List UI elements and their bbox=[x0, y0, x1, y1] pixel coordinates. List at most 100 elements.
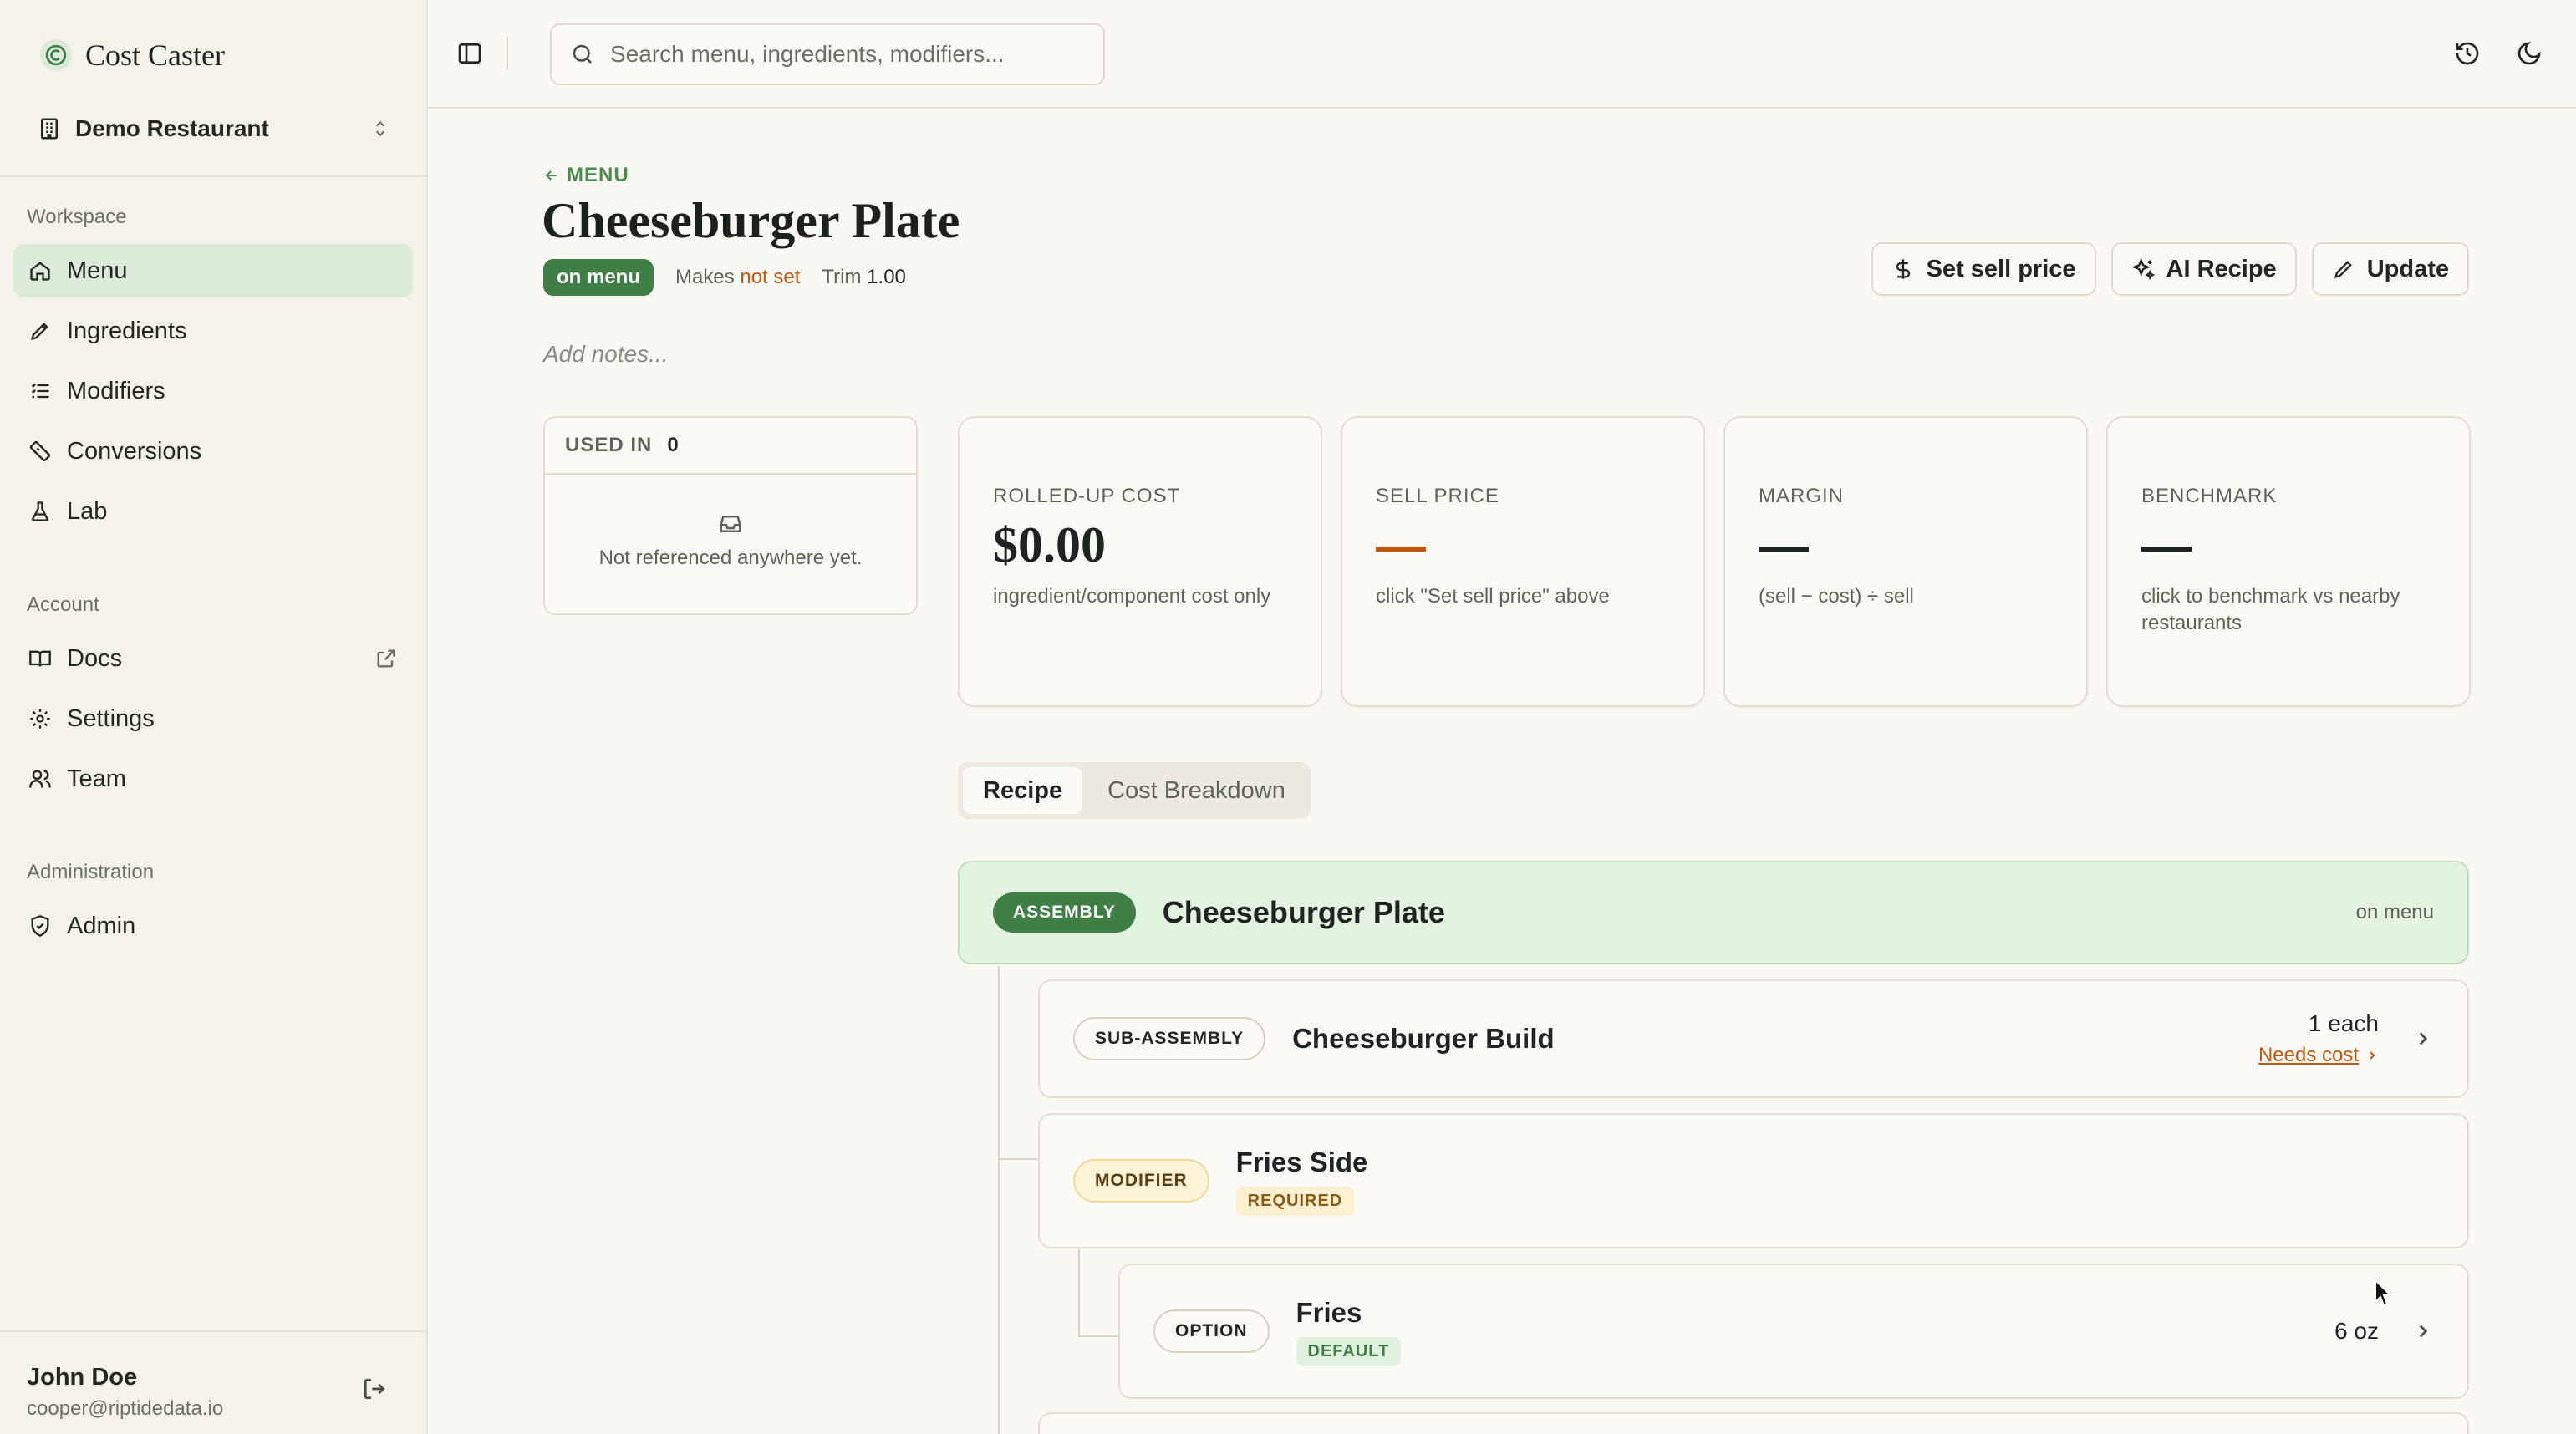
sub-assembly-quantity: 1 each bbox=[2308, 1010, 2379, 1036]
external-link-icon bbox=[377, 649, 395, 668]
chevron-right-icon bbox=[2370, 1051, 2375, 1060]
back-link-label: MENU bbox=[567, 164, 629, 186]
update-button[interactable]: Update bbox=[2311, 242, 2469, 296]
sidebar-item-label: Team bbox=[67, 765, 126, 792]
used-in-empty-text: Not referenced anywhere yet. bbox=[598, 547, 863, 569]
search-input[interactable] bbox=[610, 41, 1078, 68]
sidebar-item-admin[interactable]: Admin bbox=[13, 899, 413, 953]
users-icon bbox=[29, 770, 51, 788]
modifier-row[interactable]: MODIFIER Fries Side REQUIRED bbox=[1038, 1113, 2469, 1248]
sub-assembly-row[interactable]: SUB-ASSEMBLY Cheeseburger Build 1 each N… bbox=[1038, 979, 2469, 1098]
sidebar-item-label: Modifiers bbox=[67, 377, 165, 404]
history-icon[interactable] bbox=[2454, 40, 2481, 67]
ai-recipe-label: AI Recipe bbox=[2166, 255, 2277, 282]
user-name: John Doe bbox=[27, 1364, 138, 1391]
sidebar-item-ingredients[interactable]: Ingredients bbox=[13, 304, 413, 358]
logout-icon[interactable] bbox=[361, 1376, 388, 1402]
default-tag: DEFAULT bbox=[1296, 1336, 1402, 1366]
used-in-header: USED IN 0 bbox=[545, 418, 916, 475]
used-in-empty-state: Not referenced anywhere yet. bbox=[545, 475, 916, 570]
used-in-count: 0 bbox=[667, 434, 680, 456]
sidebar-item-conversions[interactable]: Conversions bbox=[13, 425, 413, 478]
tree-connector bbox=[1078, 1248, 1080, 1337]
stat-description: click to benchmark vs nearby restaurants bbox=[2141, 585, 2400, 634]
dollar-icon bbox=[1896, 259, 1910, 279]
home-icon bbox=[30, 262, 50, 281]
used-in-card: USED IN 0 Not referenced anywhere yet. bbox=[543, 416, 918, 615]
restaurant-switcher[interactable]: Demo Restaurant bbox=[37, 105, 391, 152]
item-meta: on menu Makes not set Trim 1.00 bbox=[543, 259, 906, 296]
sidebar-toggle-icon[interactable] bbox=[456, 40, 483, 67]
assembly-name: Cheeseburger Plate bbox=[1162, 895, 1445, 929]
top-bar bbox=[428, 0, 2576, 109]
benchmark-card[interactable]: BENCHMARK — click to benchmark vs nearby… bbox=[2106, 416, 2471, 707]
brand[interactable]: Cost Caster bbox=[40, 33, 225, 77]
list-icon bbox=[31, 384, 49, 399]
moon-icon[interactable] bbox=[2516, 40, 2543, 67]
back-to-menu-link[interactable]: MENU bbox=[543, 164, 629, 187]
stat-description: click "Set sell price" above bbox=[1376, 585, 1610, 608]
margin-card: MARGIN — (sell − cost) ÷ sell bbox=[1723, 416, 2088, 707]
needs-cost-link[interactable]: Needs cost bbox=[2258, 1044, 2379, 1067]
assembly-status: on menu bbox=[2355, 901, 2434, 923]
sidebar-item-label: Docs bbox=[67, 644, 123, 672]
trim-field[interactable]: Trim 1.00 bbox=[822, 266, 905, 289]
option-row[interactable]: OPTION Fries DEFAULT 6 oz bbox=[1118, 1264, 2469, 1399]
stat-value: — bbox=[1376, 517, 1426, 573]
sidebar-item-lab[interactable]: Lab bbox=[13, 485, 413, 538]
stat-value: — bbox=[1759, 517, 1809, 573]
rolled-up-cost-card: ROLLED-UP COST $0.00 ingredient/componen… bbox=[958, 416, 1322, 707]
pencil-icon bbox=[2334, 261, 2352, 278]
sidebar-item-docs[interactable]: Docs bbox=[13, 632, 413, 685]
ruler-icon bbox=[29, 440, 51, 462]
modifier-name: Fries Side bbox=[1235, 1146, 1368, 1177]
set-sell-price-button[interactable]: Set sell price bbox=[1871, 242, 2096, 296]
action-buttons: Set sell price AI Recipe Update bbox=[1871, 242, 2469, 296]
user-profile: John Doe cooper@riptidedata.io bbox=[0, 1330, 428, 1434]
search-bar[interactable] bbox=[550, 23, 1105, 85]
building-icon bbox=[41, 118, 58, 140]
makes-field[interactable]: Makes not set bbox=[675, 266, 800, 289]
sidebar-item-menu[interactable]: Menu bbox=[13, 244, 413, 297]
tree-connector bbox=[998, 1158, 1038, 1160]
sparkles-icon bbox=[2131, 257, 2155, 281]
modifier-details: Fries Side REQUIRED bbox=[1235, 1146, 1368, 1216]
sidebar-item-settings[interactable]: Settings bbox=[13, 692, 413, 745]
tree-connector bbox=[1078, 1335, 1118, 1337]
sidebar-item-team[interactable]: Team bbox=[13, 752, 413, 806]
mouse-cursor-icon bbox=[2375, 1279, 2393, 1307]
sidebar-item-label: Menu bbox=[67, 257, 128, 284]
sidebar-item-label: Ingredients bbox=[67, 317, 187, 344]
option-quantity: 6 oz bbox=[2334, 1318, 2379, 1344]
option-name: Fries bbox=[1296, 1296, 1362, 1328]
sidebar-item-modifiers[interactable]: Modifiers bbox=[13, 364, 413, 418]
sell-price-card[interactable]: SELL PRICE — click "Set sell price" abov… bbox=[1341, 416, 1705, 707]
stat-description: (sell − cost) ÷ sell bbox=[1759, 585, 1914, 608]
sidebar-item-label: Conversions bbox=[67, 437, 202, 465]
assembly-row[interactable]: ASSEMBLY Cheeseburger Plate on menu bbox=[958, 861, 2469, 964]
notes-field[interactable]: Add notes... bbox=[543, 341, 668, 368]
sidebar-item-label: Admin bbox=[67, 912, 136, 939]
sidebar-divider bbox=[0, 175, 428, 177]
inbox-icon bbox=[720, 516, 741, 532]
sub-assembly-name: Cheeseburger Build bbox=[1292, 1023, 1555, 1054]
tab-cost-breakdown[interactable]: Cost Breakdown bbox=[1087, 767, 1306, 814]
cost-caster-logo-icon bbox=[40, 39, 72, 71]
stat-value: $0.00 bbox=[993, 517, 1106, 572]
modifier-badge: MODIFIER bbox=[1073, 1159, 1209, 1203]
option-badge: OPTION bbox=[1153, 1309, 1270, 1353]
tab-recipe[interactable]: Recipe bbox=[963, 767, 1083, 814]
chevron-right-icon[interactable] bbox=[2412, 1320, 2434, 1342]
next-row-partial[interactable] bbox=[1038, 1412, 2469, 1434]
makes-value: not set bbox=[740, 266, 801, 288]
ai-recipe-button[interactable]: AI Recipe bbox=[2110, 242, 2297, 296]
assembly-badge: ASSEMBLY bbox=[993, 892, 1136, 933]
page-title: Cheeseburger Plate bbox=[542, 193, 960, 248]
chevron-right-icon[interactable] bbox=[2412, 1028, 2434, 1050]
toolbar-divider bbox=[507, 37, 508, 70]
sidebar: Cost Caster Demo Restaurant Workspace Me… bbox=[0, 0, 428, 1434]
set-sell-price-label: Set sell price bbox=[1926, 255, 2076, 282]
administration-section-label: Administration bbox=[27, 861, 155, 883]
stat-description: ingredient/component cost only bbox=[993, 585, 1271, 608]
stat-label: MARGIN bbox=[1759, 485, 1844, 507]
